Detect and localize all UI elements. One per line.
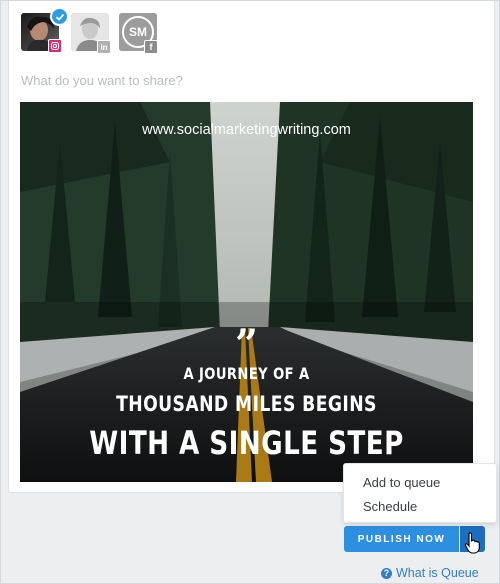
hand-cursor-icon [464,532,482,559]
linkedin-badge-text: in [100,42,108,52]
composer-card: in SM f What do you want to share? www.s… [8,1,495,493]
quote-line-2: THOUSAND MILES BEGINS [116,392,377,416]
what-is-queue-link[interactable]: ? What is Queue [381,566,479,580]
facebook-icon: f [144,40,158,54]
image-url-overlay: www.socialmarketingwriting.com [142,122,351,138]
share-text-input[interactable]: What do you want to share? [21,73,183,88]
quote-icon: ” [234,321,258,368]
quote-line-3: WITH A SINGLE STEP [89,424,404,462]
quote-line-1: A JOURNEY OF A [183,364,310,383]
help-icon: ? [381,567,392,579]
selected-check-icon [50,7,69,26]
facebook-avatar-text: SM [129,25,147,39]
menu-item-add-to-queue[interactable]: Add to queue [363,475,440,490]
app-frame: in SM f What do you want to share? www.s… [0,0,500,584]
instagram-icon [48,39,62,53]
publish-options-menu: Add to queue Schedule [343,463,497,523]
linkedin-icon: in [97,40,111,54]
facebook-badge-text: f [149,42,153,52]
attached-image: www.socialmarketingwriting.com ” A JOURN… [20,102,473,482]
publish-now-button[interactable]: PUBLISH NOW [344,526,459,552]
menu-item-schedule[interactable]: Schedule [363,499,417,514]
what-is-queue-label: What is Queue [396,566,479,580]
